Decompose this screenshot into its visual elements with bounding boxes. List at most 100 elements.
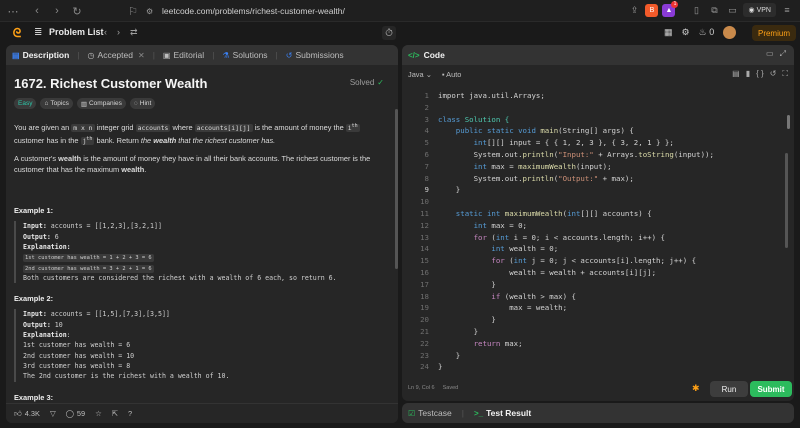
bookmark-icon[interactable]: ▮ bbox=[746, 69, 750, 79]
editor-scrollbar[interactable] bbox=[785, 153, 788, 248]
vpn-button[interactable]: ◉ VPN bbox=[743, 3, 776, 17]
lightbulb-icon: ◌ bbox=[133, 100, 138, 107]
tab-solutions[interactable]: ⚗ Solutions bbox=[222, 50, 267, 60]
code-text: } bbox=[438, 350, 461, 360]
tab-test-result[interactable]: >_ Test Result bbox=[474, 408, 531, 418]
hint-chip[interactable]: ◌ Hint bbox=[129, 98, 156, 109]
code-line[interactable]: 6 System.out.println("Input:" + Arrays.t… bbox=[402, 150, 794, 162]
code-line[interactable]: 22 return max; bbox=[402, 339, 794, 351]
timer-icon[interactable]: ⏱ bbox=[382, 26, 396, 40]
bookmark-icon[interactable]: ⚐ bbox=[124, 2, 142, 20]
code-line[interactable]: 3 class Solution { bbox=[402, 115, 794, 127]
code-line[interactable]: 4 public static void main(String[] args)… bbox=[402, 126, 794, 138]
code-editor[interactable]: 1 import java.util.Arrays; 2 3 class Solutio… bbox=[402, 85, 794, 375]
code-line[interactable]: 2 bbox=[402, 103, 794, 115]
help-button[interactable]: ? bbox=[128, 409, 132, 418]
code-line[interactable]: 20 } bbox=[402, 315, 794, 327]
share-icon[interactable]: ⇪ bbox=[627, 3, 641, 17]
share-button[interactable]: ⇱ bbox=[112, 409, 118, 418]
back-icon[interactable]: ‹ bbox=[28, 2, 46, 20]
submit-button[interactable]: Submit bbox=[750, 381, 792, 397]
reset-icon[interactable]: ↺ bbox=[770, 69, 777, 79]
like-count: 4.3K bbox=[24, 409, 40, 418]
auto-mode[interactable]: ▪ Auto bbox=[442, 70, 462, 79]
leetcode-logo-icon[interactable]: ᘓ bbox=[10, 26, 24, 40]
premium-feature-icon[interactable]: ✱ bbox=[692, 383, 700, 394]
wallet-icon[interactable]: ▭ bbox=[725, 3, 739, 17]
code-line[interactable]: 11 static int maximumWealth(int[][] acco… bbox=[402, 209, 794, 221]
code-line[interactable]: 23 } bbox=[402, 351, 794, 363]
list-icon[interactable]: ≣ bbox=[34, 27, 42, 38]
code-line[interactable]: 5 int[][] input = { { 1, 2, 3 }, { 3, 2,… bbox=[402, 138, 794, 150]
tab-submissions[interactable]: ↺ Submissions bbox=[286, 50, 344, 60]
favorite-button[interactable]: ☆ bbox=[95, 409, 102, 418]
settings-icon[interactable]: ⚙ bbox=[682, 27, 690, 38]
tab-editorial[interactable]: ▣ Editorial bbox=[163, 50, 204, 60]
code-line[interactable]: 17 } bbox=[402, 280, 794, 292]
site-info-icon[interactable]: ⚙ bbox=[146, 7, 156, 16]
notes-icon[interactable]: ▤ bbox=[732, 69, 740, 79]
example-heading: Example 1: bbox=[14, 206, 54, 216]
extensions-icon[interactable]: ⧉ bbox=[707, 3, 721, 17]
tab-label: Submissions bbox=[295, 50, 344, 60]
tab-label: Accepted bbox=[97, 50, 133, 60]
streak-counter[interactable]: ♨ 0 bbox=[699, 27, 715, 38]
rewards-icon[interactable]: ▲ 1 bbox=[662, 0, 679, 17]
code-line[interactable]: 7 int max = maximumWealth(input); bbox=[402, 162, 794, 174]
line-number: 5 bbox=[424, 138, 429, 148]
layout-icon[interactable]: ▦ bbox=[664, 27, 673, 38]
code-line[interactable]: 16 wealth = wealth + accounts[i][j]; bbox=[402, 268, 794, 280]
comments-button[interactable]: ◯ 59 bbox=[66, 409, 86, 418]
problem-list-link[interactable]: Problem List bbox=[49, 27, 104, 37]
problem-title[interactable]: 1672. Richest Customer Wealth bbox=[14, 76, 207, 91]
run-button[interactable]: Run bbox=[710, 381, 748, 397]
dislike-button[interactable]: ▽ bbox=[50, 409, 56, 418]
sidebar-icon[interactable]: ▯ bbox=[689, 3, 703, 17]
code-line[interactable]: 8 System.out.println("Output:" + max); bbox=[402, 174, 794, 186]
code-line[interactable]: 10 bbox=[402, 197, 794, 209]
shuffle-icon[interactable]: ⇄ bbox=[130, 27, 138, 38]
code-line[interactable]: 14 int wealth = 0; bbox=[402, 244, 794, 256]
code-line[interactable]: 19 max = wealth; bbox=[402, 303, 794, 315]
tab-testcase[interactable]: ☑ Testcase bbox=[408, 408, 452, 418]
maximize-icon[interactable]: ⤢ bbox=[780, 49, 786, 59]
code-line[interactable]: 12 int max = 0; bbox=[402, 221, 794, 233]
code-line[interactable]: 13 for (int i = 0; i < accounts.length; … bbox=[402, 233, 794, 245]
code-line[interactable]: 9 } bbox=[402, 185, 794, 197]
tab-description[interactable]: ▤ Description bbox=[12, 50, 69, 60]
example-block: Input: accounts = [[1,5],[7,3],[3,5]] Ou… bbox=[14, 309, 378, 382]
main-menu-icon[interactable]: ≡ bbox=[780, 3, 794, 17]
line-number: 22 bbox=[420, 338, 429, 348]
code-line[interactable]: 21 } bbox=[402, 327, 794, 339]
brave-shield-icon[interactable]: B bbox=[645, 3, 659, 17]
minimize-icon[interactable]: ▭ bbox=[766, 49, 774, 59]
code-line[interactable]: 1 import java.util.Arrays; bbox=[402, 91, 794, 103]
expand-icon[interactable]: ⛶ bbox=[782, 69, 788, 79]
premium-button[interactable]: Premium bbox=[752, 25, 796, 41]
scrollbar[interactable] bbox=[395, 109, 398, 269]
tab-accepted[interactable]: ◷ Accepted ✕ bbox=[88, 50, 145, 60]
code-line[interactable]: 24} bbox=[402, 362, 794, 374]
code-line[interactable]: 15 for (int j = 0; j < accounts[i].lengt… bbox=[402, 256, 794, 268]
browser-menu-icon[interactable]: ⋯ bbox=[4, 2, 22, 20]
companies-chip[interactable]: ▥ Companies bbox=[76, 98, 126, 109]
next-problem-icon[interactable]: › bbox=[117, 27, 120, 38]
format-icon[interactable]: { } bbox=[756, 69, 764, 79]
line-number: 9 bbox=[424, 185, 429, 195]
address-bar[interactable]: ⚙ leetcode.com/problems/richest-customer… bbox=[146, 3, 658, 19]
avatar[interactable] bbox=[723, 26, 737, 39]
left-tab-bar: ▤ Description | ◷ Accepted ✕ | ▣ Editori… bbox=[6, 45, 398, 65]
code-line[interactable]: 18 if (wealth > max) { bbox=[402, 292, 794, 304]
code-text: } bbox=[438, 315, 496, 325]
topics-chip[interactable]: ⌂ Topics bbox=[40, 98, 73, 109]
line-number: 2 bbox=[424, 102, 429, 112]
line-number: 24 bbox=[420, 362, 429, 372]
prev-problem-icon[interactable]: ‹ bbox=[104, 27, 107, 38]
like-button[interactable]: 👍︎ 4.3K bbox=[14, 409, 40, 418]
close-icon[interactable]: ✕ bbox=[138, 51, 145, 60]
reload-icon[interactable]: ↻ bbox=[68, 2, 86, 20]
language-select[interactable]: Java ⌄ bbox=[408, 70, 432, 79]
thumbs-up-icon: 👍︎ bbox=[14, 409, 22, 418]
forward-icon[interactable]: › bbox=[48, 2, 66, 20]
test-panel: ☑ Testcase | >_ Test Result bbox=[402, 403, 794, 423]
